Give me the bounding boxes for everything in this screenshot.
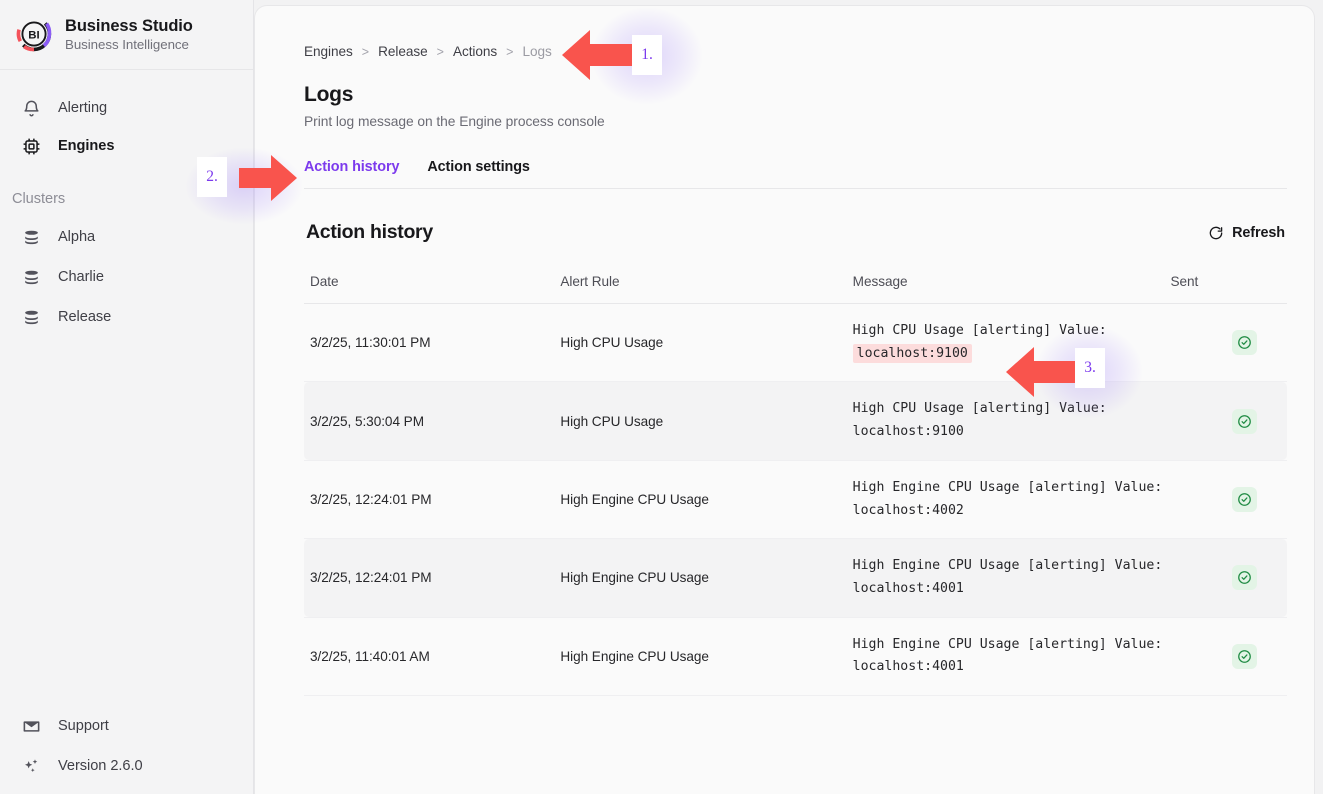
cell-sent	[1170, 460, 1287, 540]
cell-message: High Engine CPU Usage [alerting] Value: …	[852, 617, 1171, 697]
table-row[interactable]: 3/2/25, 11:40:01 AM High Engine CPU Usage…	[304, 617, 1287, 697]
breadcrumb: Engines > Release > Actions > Logs	[304, 44, 1314, 59]
callout-3-number: 3.	[1075, 348, 1105, 388]
main-content-card: Engines > Release > Actions > Logs Logs …	[254, 5, 1315, 794]
callout-3-arrow-icon	[1006, 347, 1080, 397]
message-text: High CPU Usage [alerting] Value:	[852, 323, 1107, 338]
sidebar-item-label: Version 2.6.0	[58, 758, 143, 774]
breadcrumb-item-logs: Logs	[522, 44, 552, 59]
primary-nav: Alerting Engines	[0, 70, 253, 165]
panel-header: Action history Refresh	[304, 221, 1287, 244]
cell-date: 3/2/25, 5:30:04 PM	[304, 381, 561, 461]
cell-date: 3/2/25, 11:30:01 PM	[304, 303, 561, 383]
sidebar-item-alpha[interactable]: Alpha	[0, 217, 253, 257]
sidebar-item-label: Alerting	[58, 100, 108, 116]
message-text: High Engine CPU Usage [alerting] Value: …	[852, 479, 1163, 518]
message-text: High Engine CPU Usage [alerting] Value: …	[852, 636, 1163, 675]
table-row[interactable]: 3/2/25, 12:24:01 PM High Engine CPU Usage…	[304, 538, 1287, 618]
page-title: Logs	[304, 83, 354, 106]
check-circle-icon	[1232, 330, 1257, 356]
cell-message: High Engine CPU Usage [alerting] Value: …	[852, 538, 1171, 618]
callout-1-number: 1.	[632, 35, 662, 75]
table-row[interactable]: 3/2/25, 11:30:01 PM High CPU Usage High CP…	[304, 303, 1287, 383]
sidebar: BI Business Studio Business Intelligence…	[0, 0, 254, 794]
cell-alert-rule: High Engine CPU Usage	[560, 617, 853, 697]
envelope-icon	[20, 715, 42, 737]
page-subtitle: Print log message on the Engine process …	[304, 114, 605, 129]
breadcrumb-item-release[interactable]: Release	[378, 44, 428, 59]
sidebar-item-support[interactable]: Support	[0, 706, 253, 746]
cell-sent	[1170, 538, 1287, 618]
sidebar-item-label: Release	[58, 309, 112, 325]
sidebar-item-charlie[interactable]: Charlie	[0, 257, 253, 297]
cell-sent	[1170, 303, 1287, 383]
check-circle-icon	[1232, 643, 1257, 669]
sidebar-item-alerting[interactable]: Alerting	[0, 89, 253, 127]
table-body: 3/2/25, 11:30:01 PM High CPU Usage High CP…	[304, 303, 1287, 697]
sidebar-item-label: Support	[58, 718, 109, 734]
server-stack-icon	[20, 226, 42, 248]
check-circle-icon	[1232, 565, 1257, 591]
refresh-label: Refresh	[1232, 224, 1285, 241]
check-circle-icon	[1232, 487, 1257, 513]
cell-alert-rule: High Engine CPU Usage	[560, 460, 853, 540]
sparkles-icon	[20, 755, 42, 777]
bell-icon	[20, 97, 42, 119]
clusters-list: Alpha Charlie Release	[0, 217, 253, 337]
sidebar-item-label: Charlie	[58, 269, 104, 285]
message-text: High CPU Usage [alerting] Value: localho…	[852, 401, 1107, 440]
callout-1-arrow-icon	[562, 30, 636, 80]
cell-date: 3/2/25, 11:40:01 AM	[304, 617, 561, 697]
cell-sent	[1170, 617, 1287, 697]
sidebar-item-label: Engines	[58, 138, 115, 154]
brand-subtitle: Business Intelligence	[65, 36, 189, 52]
sidebar-item-version[interactable]: Version 2.6.0	[0, 746, 253, 786]
action-history-table: Date Alert Rule Message Sent 3/2/25, 11:…	[304, 274, 1287, 697]
action-history-panel: Action history Refresh Date Alert Rule M…	[304, 221, 1287, 697]
tab-action-history[interactable]: Action history	[304, 159, 399, 175]
callout-2-number: 2.	[197, 157, 227, 197]
message-highlight: localhost:9100	[852, 343, 972, 363]
sidebar-footer: Support Version 2.6.0	[0, 706, 253, 786]
server-stack-icon	[20, 306, 42, 328]
cell-alert-rule: High CPU Usage	[560, 381, 853, 461]
column-header-message[interactable]: Message	[853, 274, 1171, 304]
column-header-date[interactable]: Date	[304, 274, 560, 304]
sidebar-item-label: Alpha	[58, 229, 96, 245]
check-circle-icon	[1232, 408, 1257, 434]
chevron-right-icon: >	[436, 44, 444, 59]
cell-date: 3/2/25, 12:24:01 PM	[304, 538, 561, 618]
chevron-right-icon: >	[506, 44, 514, 59]
tab-bar: Action history Action settings	[304, 159, 1287, 189]
logo-text: BI	[28, 29, 39, 41]
cell-date: 3/2/25, 12:24:01 PM	[304, 460, 561, 540]
tab-action-settings[interactable]: Action settings	[427, 159, 530, 175]
callout-2-arrow-icon	[239, 155, 297, 201]
breadcrumb-item-actions[interactable]: Actions	[453, 44, 497, 59]
refresh-button[interactable]: Refresh	[1208, 225, 1285, 241]
cell-sent	[1170, 381, 1287, 461]
column-header-sent[interactable]: Sent	[1170, 274, 1287, 304]
table-header: Date Alert Rule Message Sent	[304, 274, 1287, 304]
table-row[interactable]: 3/2/25, 12:24:01 PM High Engine CPU Usage…	[304, 460, 1287, 540]
chevron-right-icon: >	[361, 44, 370, 59]
chip-icon	[20, 135, 42, 157]
app-logo-icon: BI	[16, 16, 52, 52]
cell-alert-rule: High Engine CPU Usage	[560, 538, 853, 618]
breadcrumb-item-engines[interactable]: Engines	[304, 44, 353, 59]
brand-header[interactable]: BI Business Studio Business Intelligence	[0, 0, 253, 70]
brand-title: Business Studio	[65, 16, 193, 35]
cell-alert-rule: High CPU Usage	[560, 303, 853, 383]
refresh-icon	[1208, 225, 1224, 241]
server-stack-icon	[20, 266, 42, 288]
table-row[interactable]: 3/2/25, 5:30:04 PM High CPU Usage High CPU…	[304, 381, 1287, 461]
panel-title: Action history	[306, 221, 433, 243]
sidebar-item-release[interactable]: Release	[0, 297, 253, 337]
column-header-alert-rule[interactable]: Alert Rule	[560, 274, 852, 304]
cell-message: High Engine CPU Usage [alerting] Value: …	[852, 460, 1171, 540]
message-text: High Engine CPU Usage [alerting] Value: …	[852, 558, 1163, 596]
